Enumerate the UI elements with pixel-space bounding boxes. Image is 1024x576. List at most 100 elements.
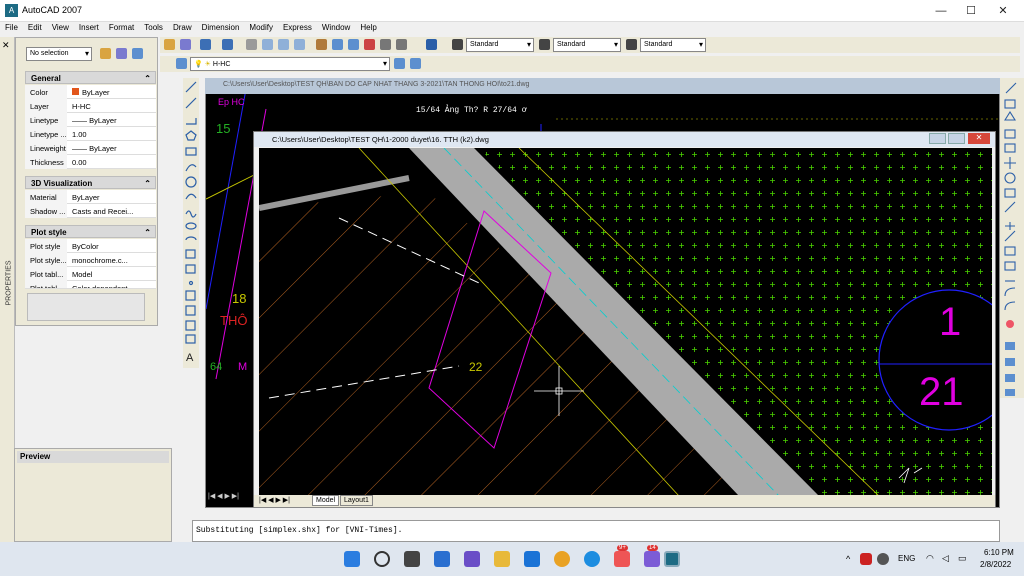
prop-row[interactable]: Linetype —— ByLayer <box>25 113 156 127</box>
menu-help[interactable]: Help <box>355 22 381 33</box>
battery-icon[interactable]: ▭ <box>958 553 967 564</box>
edge-icon[interactable] <box>584 551 600 567</box>
start-icon[interactable] <box>344 551 360 567</box>
undo-icon[interactable] <box>200 39 211 50</box>
dim-style-select[interactable]: Standard <box>553 38 621 52</box>
prop-row[interactable]: Layer H-HC <box>25 99 156 113</box>
table-style-icon[interactable] <box>626 39 637 50</box>
file-explorer-icon[interactable] <box>494 551 510 567</box>
menu-draw[interactable]: Draw <box>168 22 197 33</box>
menu-view[interactable]: View <box>47 22 74 33</box>
clock-time[interactable]: 6:10 PM <box>984 548 1014 557</box>
tool-palettes-icon[interactable] <box>348 39 359 50</box>
prop-row[interactable]: Lineweight —— ByLayer <box>25 141 156 155</box>
help-icon[interactable] <box>426 39 437 50</box>
close-button[interactable]: ✕ <box>987 2 1019 20</box>
drawing-window-tth-titlebar[interactable]: C:\Users\User\Desktop\TEST QH\1-2000 duy… <box>254 132 995 147</box>
child-restore-button[interactable] <box>948 133 965 144</box>
make-current-layer-icon[interactable] <box>394 58 405 69</box>
prop-row[interactable]: Linetype ... 1.00 <box>25 127 156 141</box>
selection-dropdown[interactable]: No selection <box>26 47 92 61</box>
wifi-icon[interactable]: ◠ <box>926 553 934 564</box>
onedrive-icon[interactable] <box>877 553 889 565</box>
zoom-realtime-icon[interactable] <box>262 39 273 50</box>
bg-nav-arrows[interactable]: |◀ ◀ ▶ ▶| <box>208 492 239 500</box>
menu-express[interactable]: Express <box>278 22 317 33</box>
prop-row[interactable]: Plot tabl... Model <box>25 267 156 281</box>
layer-manager-icon[interactable] <box>176 58 187 69</box>
zoom-window-icon[interactable] <box>278 39 289 50</box>
prop-value: 1.00 <box>72 130 87 139</box>
section-plot-style[interactable]: Plot style ⌃ <box>25 225 156 238</box>
text-style-icon[interactable] <box>452 39 463 50</box>
menu-file[interactable]: File <box>0 22 23 33</box>
markup-icon[interactable] <box>380 39 391 50</box>
prop-row[interactable]: Thickness 0.00 <box>25 155 156 169</box>
maximize-button[interactable]: ☐ <box>955 2 987 20</box>
chat-icon[interactable] <box>464 551 480 567</box>
section-general[interactable]: General ⌃ <box>25 71 156 84</box>
menu-dimension[interactable]: Dimension <box>197 22 245 33</box>
drawing-window-tth[interactable]: C:\Users\User\Desktop\TEST QH\1-2000 duy… <box>253 131 1020 507</box>
palette-close-icon[interactable]: ✕ <box>2 40 10 51</box>
menu-modify[interactable]: Modify <box>244 22 278 33</box>
clock-date[interactable]: 2/8/2022 <box>980 560 1011 569</box>
tray-app-icon[interactable] <box>860 553 872 565</box>
prop-row[interactable]: Plot style ByColor <box>25 239 156 253</box>
collapse-icon[interactable]: ⌃ <box>144 74 151 83</box>
prop-row[interactable]: Color ByLayer <box>25 85 156 99</box>
draw-tools-icons[interactable]: A <box>183 78 199 368</box>
app-icon[interactable] <box>614 551 630 567</box>
viber-icon[interactable] <box>644 551 660 567</box>
dim-style-icon[interactable] <box>539 39 550 50</box>
section-3d-visualization[interactable]: 3D Visualization ⌃ <box>25 176 156 189</box>
command-line[interactable]: Substituting [simplex.shx] for [VNI-Time… <box>192 520 1000 542</box>
prop-row[interactable]: Plot tabl Color dependent <box>25 281 156 289</box>
menu-window[interactable]: Window <box>317 22 355 33</box>
tab-nav-arrows[interactable]: |◀ ◀ ▶ ▶| <box>259 496 290 504</box>
zoom-previous-icon[interactable] <box>294 39 305 50</box>
pan-icon[interactable] <box>246 39 257 50</box>
text-style-select[interactable]: Standard <box>466 38 534 52</box>
match-properties-icon[interactable] <box>180 39 191 50</box>
child-close-button[interactable]: ✕ <box>968 133 990 144</box>
task-view-icon[interactable] <box>404 551 420 567</box>
widgets-icon[interactable] <box>434 551 450 567</box>
menu-format[interactable]: Format <box>104 22 139 33</box>
menu-tools[interactable]: Tools <box>139 22 168 33</box>
tab-layout1[interactable]: Layout1 <box>340 495 373 506</box>
prop-row[interactable]: Plot style... monochrome.c... <box>25 253 156 267</box>
sheet-set-icon[interactable] <box>364 39 375 50</box>
search-icon[interactable] <box>374 551 390 567</box>
calculator-icon[interactable] <box>396 39 407 50</box>
properties-icon[interactable] <box>316 39 327 50</box>
layer-select[interactable]: 💡 ☀ H-HC <box>190 57 390 71</box>
autocad-taskbar-icon[interactable] <box>664 551 680 567</box>
table-style-select[interactable]: Standard <box>640 38 706 52</box>
chrome-icon[interactable] <box>554 551 570 567</box>
menu-insert[interactable]: Insert <box>74 22 104 33</box>
drawing-svg[interactable] <box>258 147 1020 497</box>
modify-tools-icons[interactable] <box>1000 78 1024 398</box>
redo-icon[interactable] <box>222 39 233 50</box>
design-center-icon[interactable] <box>332 39 343 50</box>
prop-row[interactable]: Shadow ... Casts and Recei... <box>25 204 156 218</box>
collapse-icon[interactable]: ⌃ <box>144 228 151 237</box>
open-icon[interactable] <box>164 39 175 50</box>
toggle-pickadd-icon[interactable] <box>100 48 111 59</box>
volume-icon[interactable]: ◁ <box>942 553 949 564</box>
child-minimize-button[interactable] <box>929 133 946 144</box>
menu-edit[interactable]: Edit <box>23 22 47 33</box>
select-objects-icon[interactable] <box>116 48 127 59</box>
drawing-canvas[interactable]: 22 1 21 <box>258 147 1020 497</box>
layer-previous-icon[interactable] <box>410 58 421 69</box>
collapse-icon[interactable]: ⌃ <box>144 179 151 188</box>
minimize-button[interactable]: — <box>925 2 957 20</box>
quick-select-icon[interactable] <box>132 48 143 59</box>
prop-row[interactable]: Material ByLayer <box>25 190 156 204</box>
mail-icon[interactable] <box>524 551 540 567</box>
tab-model[interactable]: Model <box>312 495 340 506</box>
drawing-window-to21-titlebar[interactable]: C:\Users\User\Desktop\TEST QH\BAN DO CAP… <box>205 78 1000 94</box>
chevron-up-icon[interactable]: ^ <box>846 554 850 564</box>
language-indicator[interactable]: ENG <box>898 554 915 563</box>
